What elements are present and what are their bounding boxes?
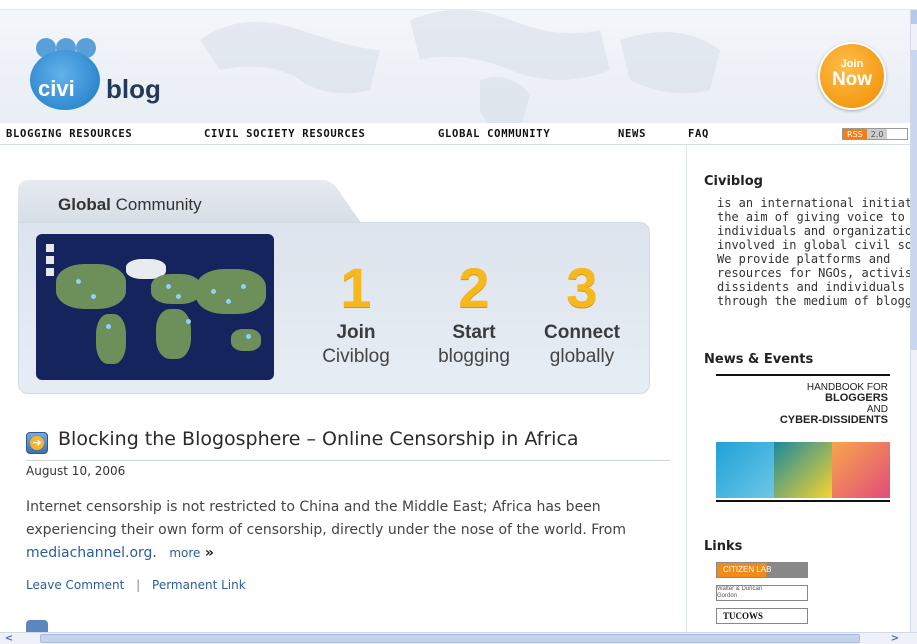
step-number: 1 [340,256,372,319]
desc-line: resources for NGOs, activists, [717,266,917,280]
desc-line: dissidents and individuals at r [717,280,917,294]
post-body: Internet censorship is not restricted to… [26,496,670,565]
join-now-bottom: Now [831,69,873,90]
source-link[interactable]: mediachannel.org [26,545,152,561]
step-connect: 3 Connect globally [522,260,642,368]
scroll-up-icon[interactable] [911,10,917,24]
tucows-link[interactable]: TUCOWS [716,608,808,624]
vertical-scrollbar[interactable] [910,10,917,632]
map-zoom-controls[interactable] [46,244,56,294]
title-bold: Global [58,195,111,214]
nav-news[interactable]: NEWS [618,128,646,140]
desc-line: the aim of giving voice to [717,210,905,224]
post-body-text: Internet censorship is not restricted to… [26,499,626,538]
sidebar: Civiblog is an international initiative … [686,146,917,632]
step-number: 2 [458,256,490,319]
logo-blog-text: blog [106,74,161,104]
handbook-title: HANDBOOK FOR BLOGGERS AND CYBER-DISSIDEN… [780,382,888,426]
post-divider [26,460,670,461]
nav-faq[interactable]: FAQ [688,128,709,140]
step-line1: Connect [544,322,620,343]
rss-version: 2.0 [866,129,888,139]
scroll-left-icon[interactable]: < [2,633,16,644]
horizontal-scrollbar[interactable]: < > [0,632,917,644]
sidebar-heading-news: News & Events [704,352,814,367]
post-date: August 10, 2006 [26,464,126,478]
vertical-scroll-thumb[interactable] [911,50,917,350]
site-header: civi blog Join Now [0,10,910,123]
scroll-right-icon[interactable]: > [888,633,902,644]
book-line: CYBER-DISSIDENTS [779,414,888,426]
more-link[interactable]: more [169,546,200,560]
step-line2: Civiblog [322,346,390,367]
desc-line: individuals and organizations [717,224,917,238]
nav-blogging-resources[interactable]: BLOGGING RESOURCES [6,128,132,140]
title-rest: Community [115,195,202,214]
gordon-foundation-link[interactable]: Walter & Duncan Gordon FOUNDATION [716,585,808,601]
step-start: 2 Start blogging [414,260,534,368]
main-nav: BLOGGING RESOURCES CIVIL SOCIETY RESOURC… [0,123,910,145]
step-line2: blogging [438,346,510,367]
global-community-title: Global Community [58,195,202,215]
post-footer-links: Leave Comment | Permanent Link [26,578,246,592]
sidebar-heading-links: Links [704,539,743,554]
nav-global-community[interactable]: GLOBAL COMMUNITY [438,128,550,140]
world-map-background [200,10,720,123]
sidebar-heading-civiblog: Civiblog [704,174,763,189]
logo-civi-text: civi [38,76,75,101]
link-separator: | [136,578,141,592]
rss-feed-badge[interactable]: RSS 2.0 [842,128,908,140]
desc-line: involved in global civil society [717,238,917,252]
main-content: Global Community 1 Join Civiblog 2 Start… [0,146,686,632]
post-arrow-icon: ➔ [26,432,48,454]
step-join: 1 Join Civiblog [296,260,416,368]
desc-line: We provide platforms and [717,252,891,266]
post-body-period: . [152,545,157,561]
step-line1: Join [336,322,376,343]
post-title[interactable]: Blocking the Blogosphere – Online Censor… [58,428,579,450]
civiblog-logo[interactable]: civi blog [26,38,176,118]
desc-line: through the medium of bloggi [717,294,917,308]
more-arrow-icon: » [204,545,214,561]
civiblog-description: is an international initiative wi the ai… [717,196,917,308]
handbook-banner[interactable]: HANDBOOK FOR BLOGGERS AND CYBER-DISSIDEN… [716,374,890,502]
book-line: BLOGGERS [825,392,888,404]
browser-top-edge [0,0,917,10]
permanent-link[interactable]: Permanent Link [152,578,246,592]
handbook-image-strip [716,442,890,498]
desc-line: is an international initiative wi [717,196,917,210]
leave-comment-link[interactable]: Leave Comment [26,578,124,592]
citizen-lab-link[interactable]: CITIZEN LAB [716,562,808,578]
global-community-panel: Global Community 1 Join Civiblog 2 Start… [18,180,650,394]
step-line2: globally [549,346,615,367]
join-now-button[interactable]: Join Now [818,42,886,110]
nav-civil-society-resources[interactable]: CIVIL SOCIETY RESOURCES [204,128,366,140]
rss-label: RSS [843,129,867,139]
horizontal-scroll-thumb[interactable] [40,634,860,643]
community-world-map[interactable] [36,234,274,380]
step-line1: Start [452,322,496,343]
step-number: 3 [566,256,598,319]
next-post-icon [26,620,48,632]
